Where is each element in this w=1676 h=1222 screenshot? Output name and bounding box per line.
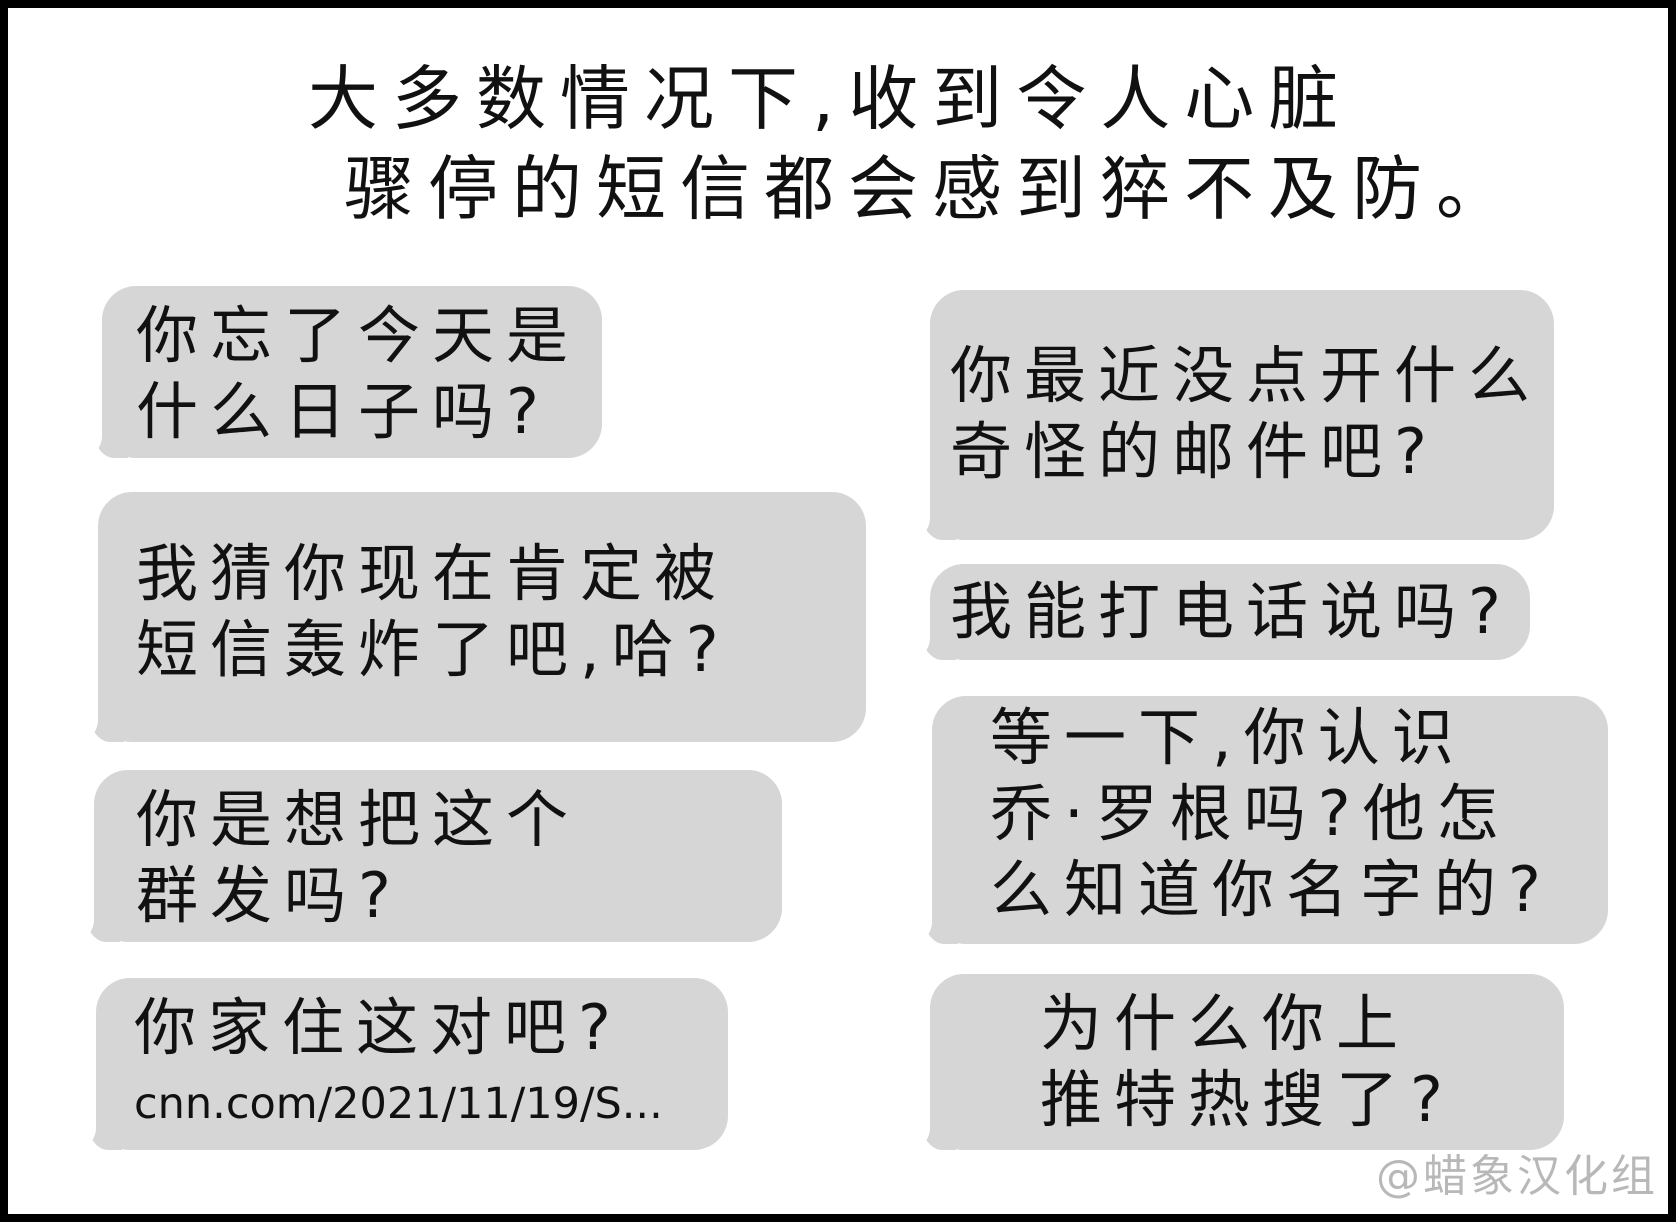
message-line: 什么日子吗?: [136, 375, 551, 448]
caption-line-1: 大多数情况下,收到令人心脏: [308, 58, 1353, 140]
message-line: 我猜你现在肯定被: [136, 537, 729, 610]
message-line: 你忘了今天是: [136, 299, 581, 372]
message-bubble-text-bombed: 我猜你现在肯定被 短信轰炸了吧,哈?: [72, 492, 866, 744]
message-line: 奇怪的邮件吧?: [950, 415, 1439, 488]
message-bubble-forgot-date: 你忘了今天是 什么日子吗?: [76, 286, 602, 460]
message-text: 你最近没点开什么 奇怪的邮件吧?: [950, 338, 1542, 490]
message-line: 为什么你上: [1040, 987, 1411, 1060]
message-bubble-joe-rogan: 等一下,你认识 乔·罗根吗?他怎 么知道你名字的?: [906, 696, 1608, 946]
message-text: 等一下,你认识 乔·罗根吗?他怎 么知道你名字的?: [990, 700, 1553, 928]
message-bubble-group-send: 你是想把这个 群发吗?: [68, 770, 782, 944]
message-line: 我能打电话说吗?: [950, 575, 1513, 648]
message-line: 乔·罗根吗?他怎: [990, 777, 1511, 850]
message-line: 推特热搜了?: [1040, 1063, 1455, 1136]
comic-panel: 大多数情况下,收到令人心脏 骤停的短信都会感到猝不及防。 你忘了今天是 什么日子…: [0, 0, 1676, 1222]
message-text: 你是想把这个 群发吗?: [136, 782, 580, 934]
caption-line-2: 骤停的短信都会感到猝不及防。: [344, 148, 1520, 230]
message-bubble-phone-call: 我能打电话说吗?: [904, 564, 1530, 662]
message-bubble-strange-email: 你最近没点开什么 奇怪的邮件吧?: [904, 290, 1554, 542]
message-line: 你家住这对吧?: [134, 991, 623, 1064]
comic-caption: 大多数情况下,收到令人心脏 骤停的短信都会感到猝不及防。: [308, 54, 1520, 234]
message-text: 为什么你上 推特热搜了?: [1040, 986, 1455, 1138]
message-link: cnn.com/2021/11/19/S...: [134, 1079, 663, 1129]
message-text: 我能打电话说吗?: [950, 574, 1513, 650]
message-line: 么知道你名字的?: [990, 853, 1553, 926]
message-line: 等一下,你认识: [990, 701, 1466, 774]
message-line: 你最近没点开什么: [950, 339, 1543, 412]
message-line: 你是想把这个: [136, 783, 581, 856]
message-text: 我猜你现在肯定被 短信轰炸了吧,哈?: [136, 536, 731, 688]
message-bubble-twitter-trending: 为什么你上 推特热搜了?: [904, 974, 1564, 1152]
message-line: 短信轰炸了吧,哈?: [136, 613, 731, 686]
message-line: 群发吗?: [136, 859, 403, 932]
message-bubble-home-address: 你家住这对吧? cnn.com/2021/11/19/S...: [70, 978, 728, 1152]
message-text: 你忘了今天是 什么日子吗?: [136, 298, 580, 450]
message-text: 你家住这对吧? cnn.com/2021/11/19/S...: [134, 990, 663, 1142]
watermark: @蜡象汉化组: [1376, 1151, 1658, 1202]
